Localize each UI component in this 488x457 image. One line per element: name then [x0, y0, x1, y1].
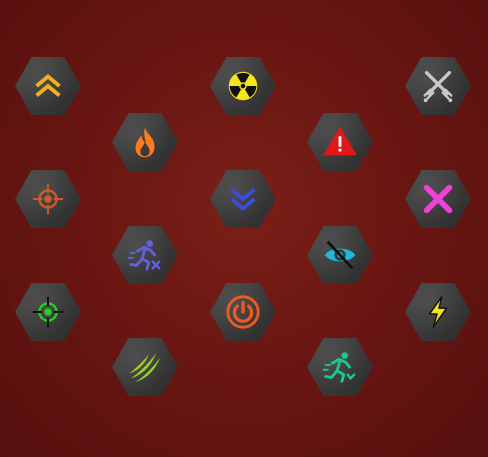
run-slow-icon	[322, 352, 356, 383]
radiation-tile[interactable]	[210, 57, 276, 115]
cross-icon	[423, 184, 453, 214]
target-icon	[32, 296, 64, 328]
warning-icon	[323, 127, 357, 156]
lightning-tile[interactable]	[405, 283, 471, 341]
warning-tile[interactable]	[307, 113, 373, 171]
claw-slash-tile[interactable]	[112, 338, 178, 396]
power-tile[interactable]	[210, 283, 276, 341]
power-icon	[226, 295, 260, 329]
rank-up-tile[interactable]	[15, 57, 81, 115]
fire-icon	[135, 127, 155, 158]
crossed-swords-tile[interactable]	[405, 57, 471, 115]
target-icon	[32, 183, 64, 215]
lightning-icon	[428, 296, 448, 328]
run-blocked-tile[interactable]	[112, 226, 178, 284]
status-icons-panel: { "panel": { "background_color": "#6a161…	[0, 0, 488, 457]
crossed-swords-icon	[423, 71, 453, 103]
rank-up-icon	[35, 74, 61, 97]
cross-tile[interactable]	[405, 170, 471, 228]
rank-down-tile[interactable]	[210, 170, 276, 228]
eye-hidden-tile[interactable]	[307, 226, 373, 284]
radiation-icon	[228, 71, 258, 101]
target-green-tile[interactable]	[15, 283, 81, 341]
target-orange-tile[interactable]	[15, 170, 81, 228]
eye-hidden-icon	[324, 240, 356, 270]
rank-down-icon	[230, 188, 256, 211]
run-slow-tile[interactable]	[307, 338, 373, 396]
run-blocked-icon	[127, 240, 161, 271]
claw-slash-icon	[128, 352, 161, 383]
fire-tile[interactable]	[112, 113, 178, 171]
